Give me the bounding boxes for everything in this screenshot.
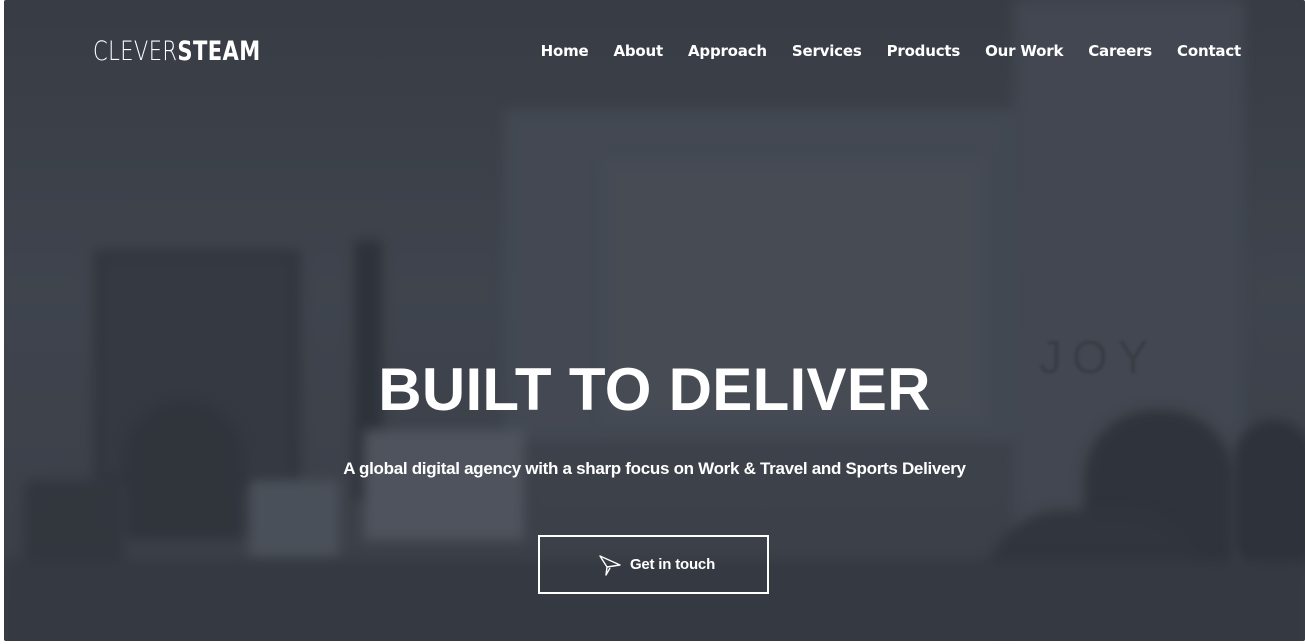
nav-link-home[interactable]: Home	[541, 42, 589, 60]
nav-item-our-work: Our Work	[985, 40, 1063, 62]
nav-link-approach[interactable]: Approach	[688, 42, 767, 60]
brand-logo[interactable]: CLEVERSTEAM	[93, 36, 261, 68]
nav-item-careers: Careers	[1088, 40, 1152, 62]
get-in-touch-label: Get in touch	[629, 556, 716, 573]
nav-link-about[interactable]: About	[613, 42, 663, 60]
logo-light-text: CLEVER	[93, 36, 178, 67]
hero-headline: BUILT TO DELIVER	[378, 356, 931, 423]
nav-item-services: Services	[792, 40, 862, 62]
nav-item-home: Home	[541, 40, 589, 62]
paper-plane-icon	[598, 553, 622, 577]
nav-link-our-work[interactable]: Our Work	[985, 42, 1063, 60]
hero-subheadline: A global digital agency with a sharp foc…	[343, 459, 966, 478]
nav-link-services[interactable]: Services	[792, 42, 862, 60]
main-navigation: Home About Approach Services Products Ou…	[541, 40, 1242, 62]
nav-link-contact[interactable]: Contact	[1177, 42, 1241, 60]
nav-item-about: About	[613, 40, 663, 62]
nav-item-approach: Approach	[688, 40, 767, 62]
hero-section: JOY CLEVERSTEAM Home About Approach Serv…	[4, 0, 1305, 641]
nav-link-careers[interactable]: Careers	[1088, 42, 1152, 60]
get-in-touch-button[interactable]: Get in touch	[538, 535, 769, 594]
logo-bold-text: STEAM	[177, 36, 261, 67]
nav-link-products[interactable]: Products	[887, 42, 961, 60]
nav-item-products: Products	[887, 40, 961, 62]
nav-item-contact: Contact	[1177, 40, 1241, 62]
